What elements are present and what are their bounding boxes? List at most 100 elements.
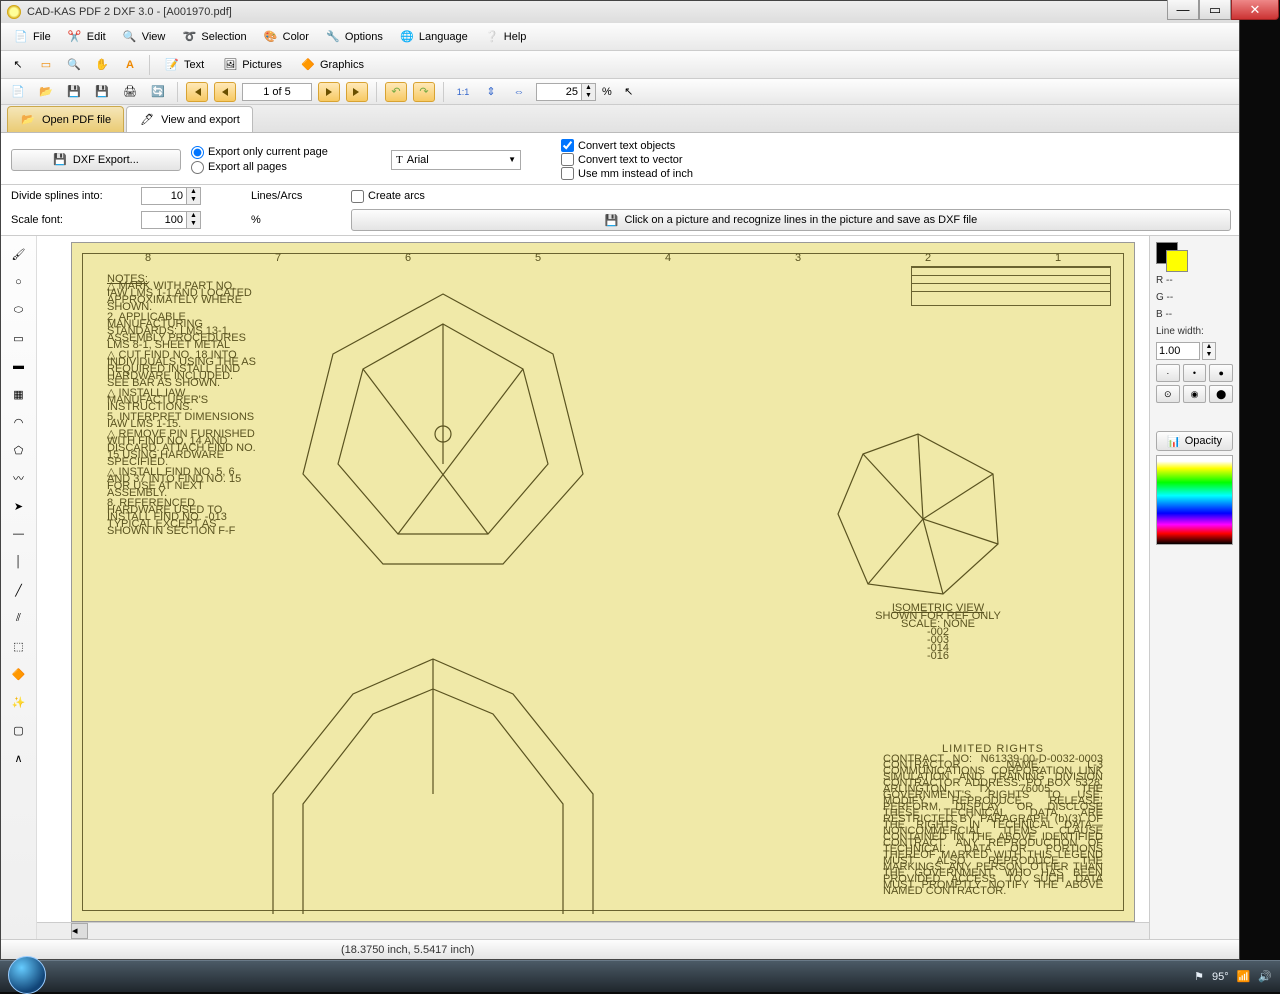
system-tray[interactable]: ⚑ 95° 📶 🔊 xyxy=(1194,970,1272,983)
linewidth-input[interactable] xyxy=(1156,342,1200,360)
refresh-button[interactable]: 🔄 xyxy=(147,81,169,103)
text-tool[interactable]: 📝Text xyxy=(158,55,210,75)
print-button[interactable]: 🖨 xyxy=(119,81,141,103)
style-1[interactable]: · xyxy=(1156,364,1180,382)
spinner-arrows[interactable]: ▲▼ xyxy=(1202,342,1216,360)
minimize-button[interactable]: — xyxy=(1167,0,1199,20)
dline-tool[interactable]: ⫽ xyxy=(6,606,32,630)
bg-swatch[interactable] xyxy=(1166,250,1188,272)
menu-view[interactable]: 🔍View xyxy=(116,27,172,47)
menu-language[interactable]: 🌐Language xyxy=(393,27,474,47)
rounded-tool[interactable]: ▢ xyxy=(6,718,32,742)
radio-export-all[interactable]: Export all pages xyxy=(191,161,381,174)
font-combobox[interactable]: TArial▼ xyxy=(391,150,521,170)
last-page-button[interactable] xyxy=(346,82,368,102)
shape1-tool[interactable]: 🔶 xyxy=(6,662,32,686)
menu-color[interactable]: 🎨Color xyxy=(257,27,315,47)
next-page-button[interactable] xyxy=(318,82,340,102)
circle-tool[interactable]: ○ xyxy=(6,270,32,294)
style-2[interactable]: • xyxy=(1183,364,1207,382)
scale-input[interactable] xyxy=(141,211,187,229)
redo-button[interactable]: ↷ xyxy=(413,82,435,102)
radio-export-current[interactable]: Export only current page xyxy=(191,146,381,159)
menu-help[interactable]: ❔Help xyxy=(478,27,533,47)
save-button[interactable]: 💾 xyxy=(63,81,85,103)
curve-tool[interactable]: 〰 xyxy=(6,466,32,490)
tray-sound-icon[interactable]: 🔊 xyxy=(1258,970,1272,983)
pan-tool[interactable]: ✋ xyxy=(91,54,113,76)
fit-height-button[interactable]: ⇕ xyxy=(480,81,502,103)
dxf-export-button[interactable]: 💾DXF Export... xyxy=(11,149,181,171)
close-button[interactable]: ✕ xyxy=(1231,0,1279,20)
chk-convert-text[interactable]: Convert text objects xyxy=(561,139,1231,152)
angle-tool[interactable]: ∧ xyxy=(6,746,32,770)
opacity-button[interactable]: 📊Opacity xyxy=(1156,431,1233,451)
scale-spinner[interactable]: ▲▼ xyxy=(141,211,241,229)
hue-picker[interactable] xyxy=(1156,455,1233,545)
polygon-tool[interactable]: ⬠ xyxy=(6,438,32,462)
tab-open-pdf[interactable]: 📂Open PDF file xyxy=(7,106,124,132)
tray-flag-icon[interactable]: ⚑ xyxy=(1194,970,1204,983)
style-6[interactable]: ⬤ xyxy=(1209,385,1233,403)
first-page-button[interactable] xyxy=(186,82,208,102)
grid-tool[interactable]: ▦ xyxy=(6,382,32,406)
divide-input[interactable] xyxy=(141,187,187,205)
tab-view-export[interactable]: 🖊View and export xyxy=(126,106,253,132)
zoom-11-button[interactable]: 1:1 xyxy=(452,81,474,103)
menu-options[interactable]: 🔧Options xyxy=(319,27,389,47)
prev-page-button[interactable] xyxy=(214,82,236,102)
ellipse-tool[interactable]: ⬭ xyxy=(6,298,32,322)
filled-rect-tool[interactable]: ▬ xyxy=(6,354,32,378)
arrow-tool[interactable]: ➤ xyxy=(6,494,32,518)
cursor-button[interactable]: ↖ xyxy=(618,81,640,103)
text-tool-a[interactable]: A xyxy=(119,54,141,76)
zoom-tool[interactable]: 🔍 xyxy=(63,54,85,76)
style-3[interactable]: ● xyxy=(1209,364,1233,382)
divide-spinner[interactable]: ▲▼ xyxy=(141,187,241,205)
arc-tool[interactable]: ◠ xyxy=(6,410,32,434)
spinner-arrows[interactable]: ▲▼ xyxy=(582,83,596,101)
menu-edit[interactable]: ✂️Edit xyxy=(61,27,112,47)
chk-create-arcs[interactable]: Create arcs xyxy=(351,190,471,203)
h-scrollbar[interactable]: ◂ xyxy=(37,922,1149,939)
pictures-tool[interactable]: 🖼Pictures xyxy=(216,55,288,75)
menu-selection[interactable]: ➰Selection xyxy=(175,27,252,47)
style-4[interactable]: ⊙ xyxy=(1156,385,1180,403)
iso-caption: ISOMETRIC VIEW SHOWN FOR REF ONLY SCALE:… xyxy=(873,604,1003,660)
linewidth-spinner[interactable]: ▲▼ xyxy=(1156,342,1233,360)
tray-network-icon[interactable]: 📶 xyxy=(1237,970,1251,983)
taskbar[interactable]: ⚑ 95° 📶 🔊 xyxy=(0,960,1280,992)
recognize-lines-button[interactable]: 💾Click on a picture and recognize lines … xyxy=(351,209,1231,231)
pointer-tool[interactable]: ↖ xyxy=(7,54,29,76)
spinner-arrows[interactable]: ▲▼ xyxy=(187,211,201,229)
zoom-input[interactable] xyxy=(536,83,582,101)
scroll-left-button[interactable]: ◂ xyxy=(71,923,88,939)
saveas-button[interactable]: 💾 xyxy=(91,81,113,103)
graphics-tool[interactable]: 🔶Graphics xyxy=(294,55,370,75)
marquee-tool[interactable]: ▭ xyxy=(35,54,57,76)
spinner-arrows[interactable]: ▲▼ xyxy=(187,187,201,205)
chk-use-mm[interactable]: Use mm instead of inch xyxy=(561,167,1231,180)
start-button[interactable] xyxy=(8,956,46,994)
rect-tool[interactable]: ▭ xyxy=(6,326,32,350)
canvas[interactable]: 87654321 NOTES: △ MARK WITH PART NO. IAW… xyxy=(37,236,1149,922)
line-tool[interactable]: ╱ xyxy=(6,578,32,602)
color-swatches[interactable] xyxy=(1156,242,1233,270)
brush-tool[interactable]: 🖌 xyxy=(6,242,32,266)
style-5[interactable]: ◉ xyxy=(1183,385,1207,403)
new-button[interactable]: 📄 xyxy=(7,81,29,103)
save-icon: 💾 xyxy=(53,153,67,166)
zoom-spinner[interactable]: ▲▼ xyxy=(536,83,596,101)
menu-file[interactable]: 📄File xyxy=(7,27,57,47)
page-indicator[interactable] xyxy=(242,83,312,101)
select-rect-tool[interactable]: ⬚ xyxy=(6,634,32,658)
fit-width-button[interactable]: ⇔ xyxy=(508,81,530,103)
undo-button[interactable]: ↶ xyxy=(385,82,407,102)
open-button[interactable]: 📂 xyxy=(35,81,57,103)
maximize-button[interactable]: ▭ xyxy=(1199,0,1231,20)
hline-tool[interactable]: — xyxy=(6,522,32,546)
chk-text-vector[interactable]: Convert text to vector xyxy=(561,153,1231,166)
vline-tool[interactable]: │ xyxy=(6,550,32,574)
top-view xyxy=(293,284,593,584)
shape2-tool[interactable]: ✨ xyxy=(6,690,32,714)
